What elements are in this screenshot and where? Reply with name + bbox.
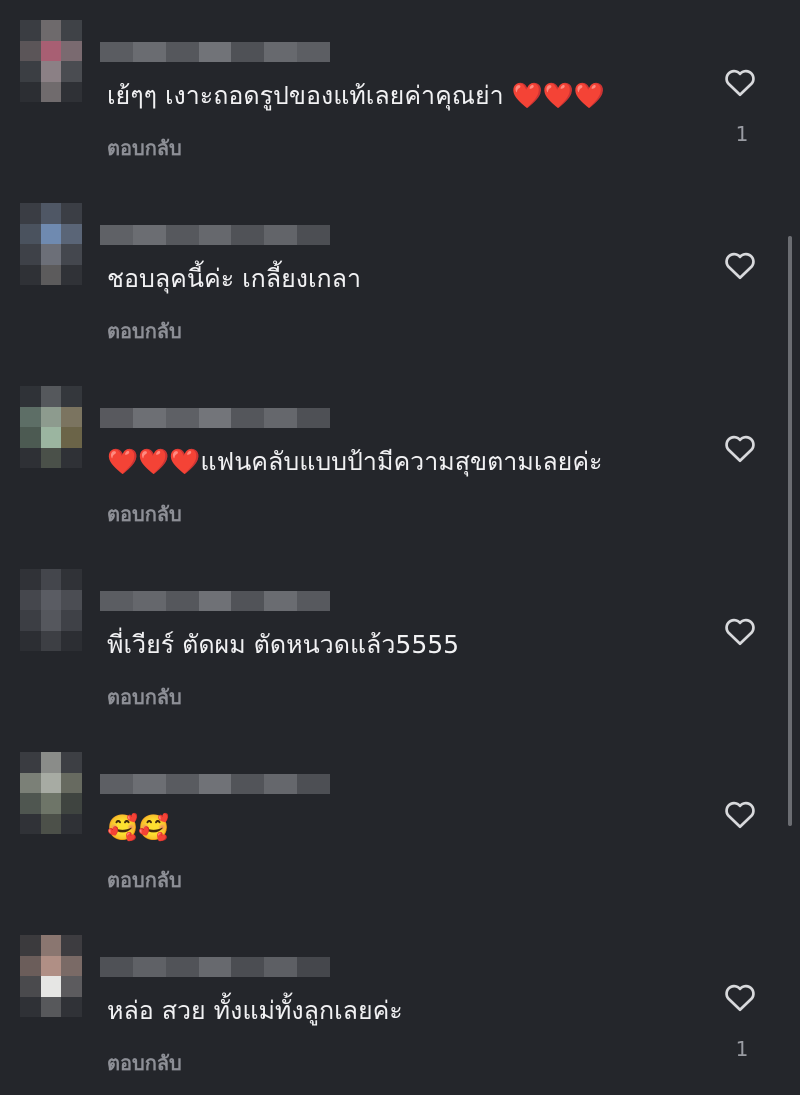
username-blurred[interactable] [100,591,331,611]
comment-item: เย้ๆๆ เงาะถอดรูปของแท้เลยค่าคุณย่า ❤️❤️❤… [0,0,780,180]
avatar[interactable] [20,20,82,102]
like-button[interactable] [722,64,762,104]
reply-button[interactable]: ตอบกลับ [107,498,182,530]
comment-text: ชอบลุคนี้ค่ะ เกลี้ยงเกลา [107,264,361,293]
heart-outline-icon [725,252,755,280]
reply-button[interactable]: ตอบกลับ [107,132,182,164]
comment-text: 🥰🥰 [107,813,170,842]
username-blurred[interactable] [100,957,331,977]
comment-text: ❤️❤️❤️แฟนคลับแบบป้ามีความสุขตามเลยค่ะ [107,447,603,476]
comment-item: พี่เวียร์ ตัดผม ตัดหนวดแล้ว5555 ตอบกลับ [0,549,780,729]
comment-item: ❤️❤️❤️แฟนคลับแบบป้ามีความสุขตามเลยค่ะ ตอ… [0,366,780,546]
reply-button[interactable]: ตอบกลับ [107,315,182,347]
comment-item: 🥰🥰 ตอบกลับ [0,732,780,912]
avatar[interactable] [20,752,82,834]
comment-item: หล่อ สวย ทั้งแม่ทั้งลูกเลยค่ะ ตอบกลับ 1 [0,915,780,1095]
like-button[interactable] [722,247,762,287]
like-button[interactable] [722,613,762,653]
like-button[interactable] [722,430,762,470]
like-button[interactable] [722,979,762,1019]
like-button[interactable] [722,796,762,836]
reply-button[interactable]: ตอบกลับ [107,1047,182,1079]
avatar[interactable] [20,386,82,468]
avatar[interactable] [20,935,82,1017]
like-count: 1 [735,122,749,146]
username-blurred[interactable] [100,408,331,428]
heart-outline-icon [725,69,755,97]
avatar[interactable] [20,569,82,651]
comment-text: เย้ๆๆ เงาะถอดรูปของแท้เลยค่าคุณย่า ❤️❤️❤… [107,81,606,110]
like-count: 1 [735,1037,749,1061]
avatar[interactable] [20,203,82,285]
comment-text: พี่เวียร์ ตัดผม ตัดหนวดแล้ว5555 [107,630,460,659]
comment-text: หล่อ สวย ทั้งแม่ทั้งลูกเลยค่ะ [107,996,403,1025]
heart-outline-icon [725,801,755,829]
scrollbar[interactable] [788,236,792,826]
heart-outline-icon [725,435,755,463]
heart-outline-icon [725,984,755,1012]
username-blurred[interactable] [100,774,331,794]
heart-outline-icon [725,618,755,646]
reply-button[interactable]: ตอบกลับ [107,681,182,713]
reply-button[interactable]: ตอบกลับ [107,864,182,896]
username-blurred[interactable] [100,225,331,245]
comment-item: ชอบลุคนี้ค่ะ เกลี้ยงเกลา ตอบกลับ [0,183,780,363]
username-blurred[interactable] [100,42,331,62]
